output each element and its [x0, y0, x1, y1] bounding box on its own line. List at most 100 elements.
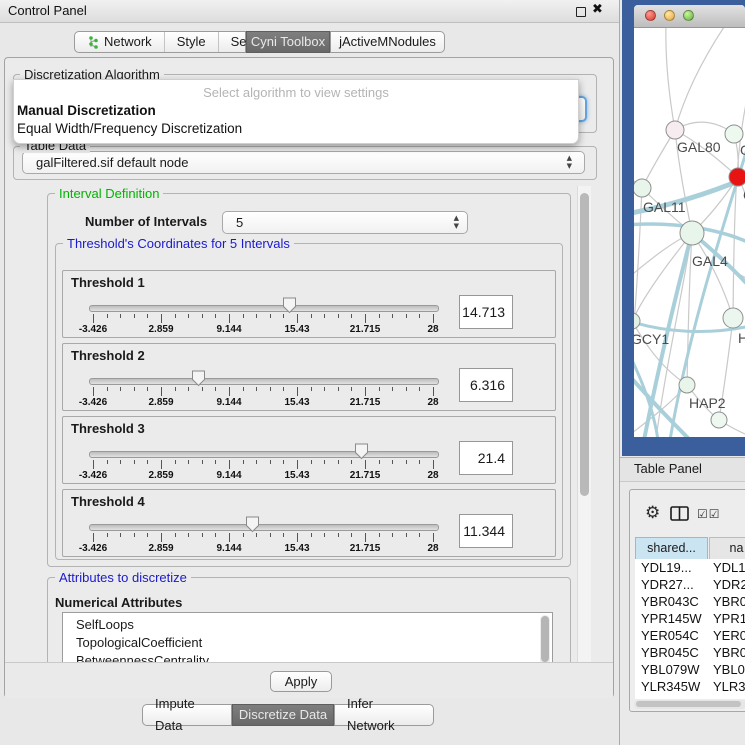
slider-tick [215, 314, 216, 318]
tab-style[interactable]: Style [165, 32, 219, 52]
slider-tick [351, 460, 352, 464]
algorithm-placeholder-option[interactable]: Select algorithm to view settings [14, 85, 578, 100]
column-header-name[interactable]: na [709, 537, 745, 560]
slider-tick [188, 314, 189, 318]
slider-tick [215, 387, 216, 391]
threshold-2-slider[interactable] [89, 378, 439, 385]
slider-tick [297, 533, 298, 542]
table-horizontal-scrollbar[interactable] [634, 700, 745, 709]
slider-tick [297, 460, 298, 469]
apply-button[interactable]: Apply [270, 671, 332, 692]
algorithm-option-equal-width[interactable]: Equal Width/Frequency Discretization [17, 121, 242, 136]
slider-tick [392, 533, 393, 537]
slider-tick [107, 460, 108, 464]
threshold-4-value-field[interactable]: 11.344 [459, 514, 513, 548]
slider-thumb[interactable] [354, 443, 369, 460]
slider-tick-label: 28 [427, 324, 438, 335]
network-node[interactable] [723, 308, 743, 328]
network-canvas[interactable]: GAL80GACGAL11GAL4GCY1HHAP2 [634, 28, 745, 437]
slider-tick [324, 387, 325, 391]
tab-discretize-data[interactable]: Discretize Data [232, 704, 334, 726]
network-window: GAL80GACGAL11GAL4GCY1HHAP2 [634, 5, 745, 437]
tab-impute-data[interactable]: Impute Data [142, 704, 232, 726]
slider-tick [120, 314, 121, 318]
table-data-combobox[interactable]: galFiltered.sif default node ▲▼ [22, 151, 585, 174]
table-row[interactable]: YDL19...YDL1 [635, 559, 745, 576]
network-node[interactable] [711, 412, 727, 428]
list-item[interactable]: TopologicalCoefficient [76, 634, 202, 651]
checkbox-icons[interactable]: ☑☑ [697, 507, 721, 521]
close-traffic-light-icon[interactable] [645, 10, 656, 21]
list-scrollbar[interactable] [540, 615, 550, 662]
slider-tick [338, 460, 339, 464]
slider-tick [365, 387, 366, 396]
table-row[interactable]: YLR345WYLR3 [635, 678, 745, 695]
network-node[interactable] [729, 168, 745, 186]
network-node[interactable] [680, 221, 704, 245]
tab-network[interactable]: Network [75, 32, 165, 52]
threshold-3-value-field[interactable]: 21.4 [459, 441, 513, 475]
slider-tick-label: 21.715 [350, 397, 381, 408]
slider-thumb[interactable] [191, 370, 206, 387]
slider-tick [243, 314, 244, 318]
network-node[interactable] [725, 125, 743, 143]
table-row[interactable]: YDR27...YDR2 [635, 576, 745, 593]
network-window-titlebar [634, 5, 745, 28]
threshold-2-panel: Threshold 2 -3.4262.8599.14415.4321.7152… [62, 343, 556, 411]
network-node-label: GCY1 [634, 331, 669, 347]
table-row[interactable]: YER054CYER0 [635, 627, 745, 644]
slider-tick [93, 314, 94, 323]
table-panel-title: Table Panel [634, 461, 702, 476]
slider-tick [311, 533, 312, 537]
slider-tick [392, 314, 393, 318]
slider-tick [406, 314, 407, 318]
table-row[interactable]: YPR145WYPR1 [635, 610, 745, 627]
slider-tick [324, 533, 325, 537]
window-title: Control Panel [8, 3, 87, 18]
list-item[interactable]: BetweennessCentrality [76, 652, 209, 662]
settings-scrollbar[interactable] [577, 186, 591, 662]
column-header-shared-name[interactable]: shared... [635, 537, 708, 560]
columns-icon[interactable] [670, 506, 689, 521]
threshold-1-slider[interactable] [89, 305, 439, 312]
threshold-4-slider[interactable] [89, 524, 439, 531]
table-row[interactable]: YIL052CYIL0 [635, 695, 745, 699]
network-node[interactable] [666, 121, 684, 139]
close-icon[interactable]: ✖ [592, 2, 603, 17]
network-node[interactable] [634, 179, 651, 197]
slider-thumb[interactable] [282, 297, 297, 314]
float-window-icon[interactable] [576, 7, 586, 17]
control-panel-titlebar: Control Panel ✖ [0, 0, 619, 23]
number-of-intervals-combobox[interactable]: 5 ▲▼ [222, 211, 468, 234]
threshold-3-slider[interactable] [89, 451, 439, 458]
table-row[interactable]: YBR045CYBR0 [635, 644, 745, 661]
network-edge [634, 188, 642, 321]
right-column: GAL80GACGAL11GAL4GCY1HHAP2 Table Panel ⚙… [620, 0, 745, 745]
network-node[interactable] [679, 377, 695, 393]
slider-tick [243, 387, 244, 391]
table-row[interactable]: YBR043CYBR0 [635, 593, 745, 610]
screen: Control Panel ✖ Network Style Select Cyn… [0, 0, 745, 745]
algorithm-option-manual[interactable]: Manual Discretization [17, 103, 156, 118]
slider-tick [107, 387, 108, 391]
slider-tick [202, 460, 203, 464]
zoom-traffic-light-icon[interactable] [683, 10, 694, 21]
gear-icon[interactable]: ⚙ [645, 503, 660, 523]
minimize-traffic-light-icon[interactable] [664, 10, 675, 21]
slider-tick [283, 460, 284, 464]
threshold-1-value-field[interactable]: 14.713 [459, 295, 513, 329]
threshold-2-value-field[interactable]: 6.316 [459, 368, 513, 402]
network-node[interactable] [634, 313, 640, 329]
slider-tick [406, 533, 407, 537]
table-row[interactable]: YBL079WYBL0 [635, 661, 745, 678]
slider-tick [256, 460, 257, 464]
tab-infer-network[interactable]: Infer Network [334, 704, 434, 726]
tab-infer-network-label: Infer Network [335, 705, 433, 725]
numerical-attributes-list: SelfLoops TopologicalCoefficient Between… [62, 612, 553, 662]
slider-tick [93, 533, 94, 542]
tab-jactivemnodules[interactable]: jActiveMNodules [330, 31, 445, 53]
tab-cyni-toolbox[interactable]: Cyni Toolbox [246, 31, 330, 53]
slider-thumb[interactable] [245, 516, 260, 533]
slider-scale: -3.4262.8599.14415.4321.71528 [93, 460, 434, 484]
list-item[interactable]: SelfLoops [76, 616, 134, 633]
